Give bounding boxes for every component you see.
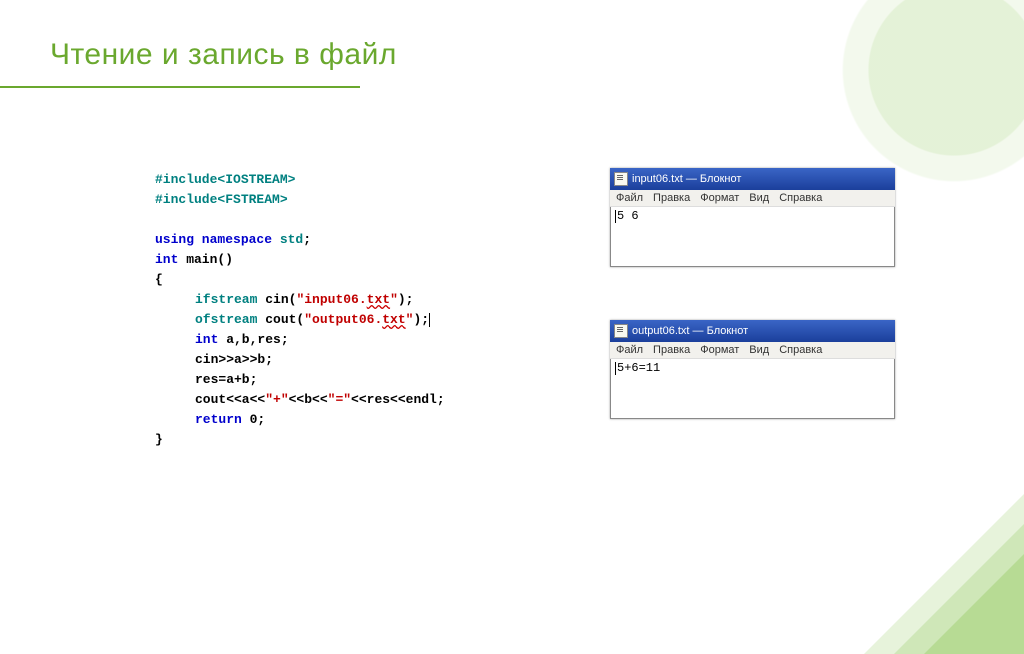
notepad-titlebar[interactable]: output06.txt — Блокнот xyxy=(610,320,895,342)
code-line: cout<<a<<"+"<<b<<"="<<res<<endl; xyxy=(155,390,445,410)
code-line: #include<FSTREAM> xyxy=(155,190,445,210)
notepad-output-window: output06.txt — Блокнот Файл Правка Форма… xyxy=(610,320,895,419)
code-line: cin>>a>>b; xyxy=(155,350,445,370)
code-line: { xyxy=(155,270,445,290)
notepad-titlebar[interactable]: input06.txt — Блокнот xyxy=(610,168,895,190)
notepad-content: 5+6=11 xyxy=(617,361,660,375)
code-line: using namespace std; xyxy=(155,230,445,250)
code-block: #include<IOSTREAM> #include<FSTREAM> usi… xyxy=(155,170,445,450)
notepad-icon xyxy=(614,324,628,338)
code-line: ofstream cout("output06.txt"); xyxy=(155,310,445,330)
notepad-body[interactable]: 5+6=11 xyxy=(610,359,895,419)
notepad-title: output06.txt — Блокнот xyxy=(632,325,748,337)
notepad-body[interactable]: 5 6 xyxy=(610,207,895,267)
code-line: int a,b,res; xyxy=(155,330,445,350)
code-line: } xyxy=(155,430,445,450)
menu-view[interactable]: Вид xyxy=(749,192,769,204)
code-line: int main() xyxy=(155,250,445,270)
code-line: return 0; xyxy=(155,410,445,430)
menu-help[interactable]: Справка xyxy=(779,192,822,204)
menu-file[interactable]: Файл xyxy=(616,192,643,204)
notepad-menu: Файл Правка Формат Вид Справка xyxy=(610,190,895,207)
title-underline xyxy=(0,86,360,88)
notepad-menu: Файл Правка Формат Вид Справка xyxy=(610,342,895,359)
slide-title-area: Чтение и запись в файл xyxy=(0,38,397,72)
code-line: res=a+b; xyxy=(155,370,445,390)
notepad-title: input06.txt — Блокнот xyxy=(632,173,741,185)
menu-format[interactable]: Формат xyxy=(700,344,739,356)
menu-help[interactable]: Справка xyxy=(779,344,822,356)
code-line: #include<IOSTREAM> xyxy=(155,170,445,190)
menu-format[interactable]: Формат xyxy=(700,192,739,204)
menu-edit[interactable]: Правка xyxy=(653,192,690,204)
notepad-input-window: input06.txt — Блокнот Файл Правка Формат… xyxy=(610,168,895,267)
decoration-bottom-right xyxy=(844,434,1024,654)
notepad-icon xyxy=(614,172,628,186)
menu-file[interactable]: Файл xyxy=(616,344,643,356)
slide-title: Чтение и запись в файл xyxy=(50,38,397,72)
menu-edit[interactable]: Правка xyxy=(653,344,690,356)
menu-view[interactable]: Вид xyxy=(749,344,769,356)
code-line: ifstream cin("input06.txt"); xyxy=(155,290,445,310)
notepad-content: 5 6 xyxy=(617,209,639,223)
